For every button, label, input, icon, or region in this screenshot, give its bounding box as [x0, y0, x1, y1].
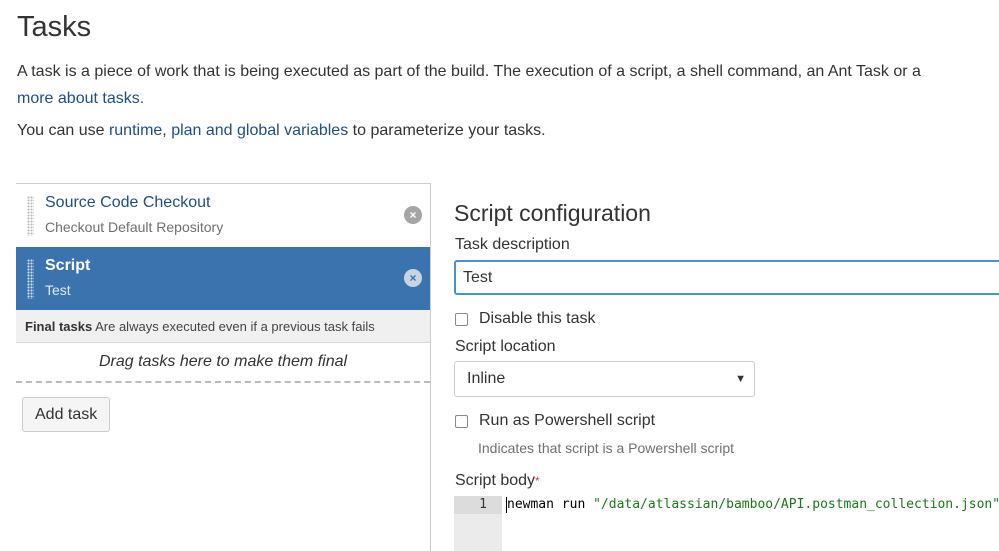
script-location-value: Inline — [467, 370, 506, 387]
plan-global-variables-link[interactable]: plan and global variables — [171, 122, 348, 139]
task-description-label: Task description — [455, 236, 570, 253]
task-item-source-code-checkout[interactable]: Source Code Checkout Checkout Default Re… — [16, 184, 430, 247]
powershell-checkbox[interactable] — [455, 414, 468, 428]
chevron-down-icon: ▼ — [735, 373, 746, 385]
config-title: Script configuration — [454, 200, 651, 226]
intro-text: A task is a piece of work that is being … — [17, 63, 921, 107]
script-body-label: Script body* — [455, 472, 540, 489]
code-line[interactable]: newman run "/data/atlassian/bamboo/API.p… — [506, 496, 999, 514]
variables-text: You can use runtime, plan and global var… — [17, 122, 546, 139]
remove-task-icon[interactable]: × — [404, 269, 422, 287]
drag-handle-icon[interactable] — [27, 259, 34, 299]
task-description: Test — [45, 282, 71, 298]
task-name: Script — [45, 257, 91, 274]
final-tasks-drop-zone[interactable]: Drag tasks here to make them final — [16, 343, 430, 383]
powershell-row[interactable]: Run as Powershell script — [454, 412, 655, 430]
required-marker: * — [535, 474, 540, 488]
line-number: 1 — [454, 496, 502, 514]
task-item-script[interactable]: Script Test × — [16, 247, 430, 310]
disable-task-checkbox[interactable] — [455, 312, 468, 326]
final-tasks-header: Final tasks Are always executed even if … — [16, 310, 430, 343]
code-string: "/data/atlassian/bamboo/API.postman_coll… — [593, 497, 999, 512]
task-name: Source Code Checkout — [45, 194, 211, 211]
page-title: Tasks — [17, 11, 92, 43]
script-configuration-panel: Script configuration Task description Di… — [454, 198, 999, 551]
script-location-select[interactable]: Inline ▼ — [454, 361, 755, 397]
task-list-panel: Source Code Checkout Checkout Default Re… — [16, 183, 431, 551]
task-description-input[interactable] — [454, 260, 999, 295]
task-description: Checkout Default Repository — [45, 219, 224, 235]
disable-task-row[interactable]: Disable this task — [454, 310, 596, 328]
editor-gutter: 1 — [454, 496, 502, 551]
powershell-hint: Indicates that script is a Powershell sc… — [478, 440, 734, 456]
add-task-button[interactable]: Add task — [22, 397, 111, 432]
script-body-editor[interactable]: 1 newman run "/data/atlassian/bamboo/API… — [454, 496, 999, 551]
remove-task-icon[interactable]: × — [404, 206, 422, 224]
disable-task-label: Disable this task — [479, 310, 596, 327]
code-command: newman run — [507, 497, 594, 512]
more-about-tasks-link[interactable]: more about tasks. — [17, 90, 144, 107]
script-location-label: Script location — [455, 338, 556, 355]
powershell-label: Run as Powershell script — [479, 412, 656, 429]
runtime-link[interactable]: runtime — [109, 122, 162, 139]
drag-handle-icon[interactable] — [27, 196, 34, 236]
